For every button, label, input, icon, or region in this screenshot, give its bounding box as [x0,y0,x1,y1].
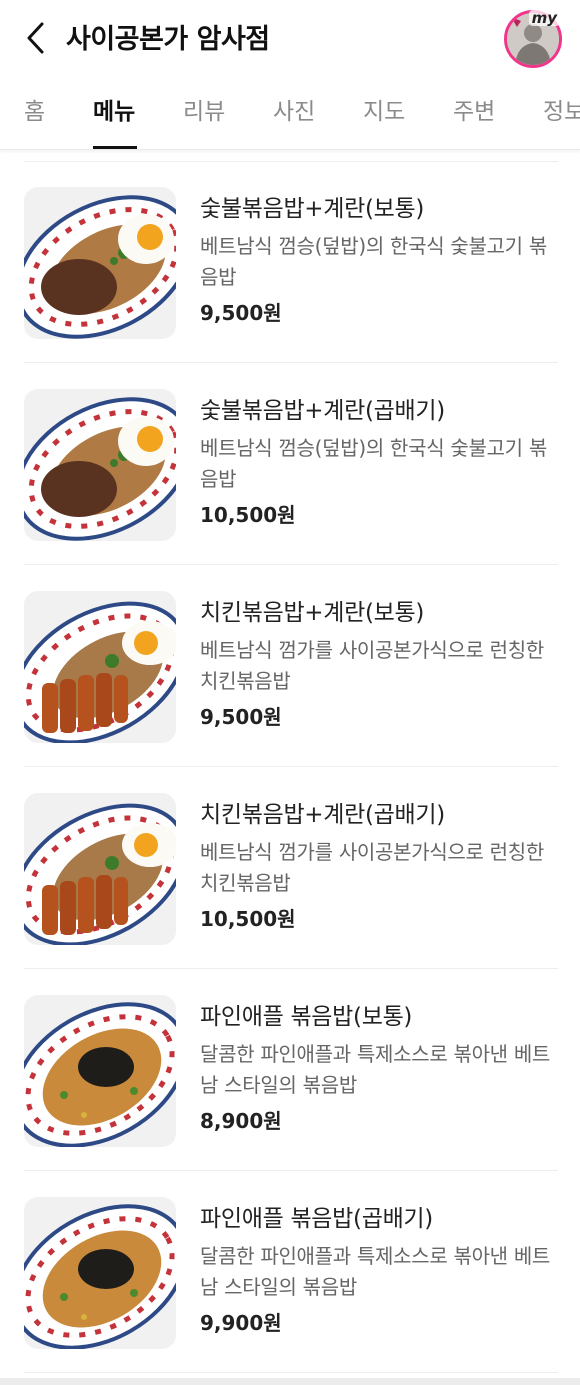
tab-info[interactable]: 정보 [543,96,580,128]
menu-item-name: 치킨볶음밥+계란(곱배기) [200,802,445,828]
menu-item-photo [24,995,176,1147]
bottom-divider [0,1378,580,1385]
active-tab-indicator [93,146,137,149]
menu-item-name: 파인애플 볶음밥(보통) [200,1004,413,1030]
menu-item-price: 9,500원 [200,301,282,325]
menu-item-price: 9,900원 [200,1311,282,1335]
tab-menu[interactable]: 메뉴 [93,96,135,128]
menu-item-name: 숯불볶음밥+계란(곱배기) [200,398,445,424]
menu-item-photo [24,793,176,945]
menu-item[interactable]: 치킨볶음밥+계란(보통) 베트남식 껌가를 사이공본가식으로 런칭한 치킨볶음밥… [0,565,580,767]
menu-item[interactable]: 치킨볶음밥+계란(곱배기) 베트남식 껌가를 사이공본가식으로 런칭한 치킨볶음… [0,767,580,969]
menu-item-name: 치킨볶음밥+계란(보통) [200,600,425,626]
menu-item-description: 베트남식 껌승(덮밥)의 한국식 숯불고기 볶음밥 [200,436,547,491]
menu-item-photo [24,187,176,339]
menu-item[interactable]: 파인애플 볶음밥(곱배기) 달콤한 파인애플과 특제소스로 볶아낸 베트남 스타… [0,1171,580,1373]
menu-item-description: 베트남식 껌가를 사이공본가식으로 런칭한 치킨볶음밥 [200,638,544,693]
menu-item-price: 8,900원 [200,1109,282,1133]
tab-map[interactable]: 지도 [363,96,405,128]
menu-item[interactable]: 숯불볶음밥+계란(보통) 베트남식 껌승(덮밥)의 한국식 숯불고기 볶음밥 9… [0,161,580,363]
tab-bar: 홈 메뉴 리뷰 사진 지도 주변 정보 [0,80,580,150]
menu-item-price: 10,500원 [200,503,296,527]
chevron-left-icon [24,20,48,60]
menu-item-name: 파인애플 볶음밥(곱배기) [200,1206,433,1232]
page-title: 사이공본가 암사점 [66,24,270,55]
tab-reviews[interactable]: 리뷰 [183,96,225,128]
back-button[interactable] [18,22,54,58]
menu-item-photo [24,591,176,743]
avatar-my-badge: my [528,10,560,26]
menu-item-price: 10,500원 [200,907,296,931]
tab-home[interactable]: 홈 [24,96,45,128]
menu-item-description: 달콤한 파인애플과 특제소스로 볶아낸 베트남 스타일의 볶음밥 [200,1042,551,1097]
menu-item-description: 베트남식 껌승(덮밥)의 한국식 숯불고기 볶음밥 [200,234,547,289]
menu-item-price: 9,500원 [200,705,282,729]
tab-nearby[interactable]: 주변 [453,96,495,128]
menu-item[interactable]: 파인애플 볶음밥(보통) 달콤한 파인애플과 특제소스로 볶아낸 베트남 스타일… [0,969,580,1171]
menu-item[interactable]: 숯불볶음밥+계란(곱배기) 베트남식 껌승(덮밥)의 한국식 숯불고기 볶음밥 … [0,363,580,565]
menu-item-name: 숯불볶음밥+계란(보통) [200,196,425,222]
menu-list: 숯불볶음밥+계란(보통) 베트남식 껌승(덮밥)의 한국식 숯불고기 볶음밥 9… [0,161,580,1373]
menu-item-description: 달콤한 파인애플과 특제소스로 볶아낸 베트남 스타일의 볶음밥 [200,1244,551,1299]
app-header: 사이공본가 암사점 my [0,0,580,80]
tab-photos[interactable]: 사진 [273,96,315,128]
menu-item-description: 베트남식 껌가를 사이공본가식으로 런칭한 치킨볶음밥 [200,840,544,895]
menu-item-photo [24,389,176,541]
menu-item-photo [24,1197,176,1349]
